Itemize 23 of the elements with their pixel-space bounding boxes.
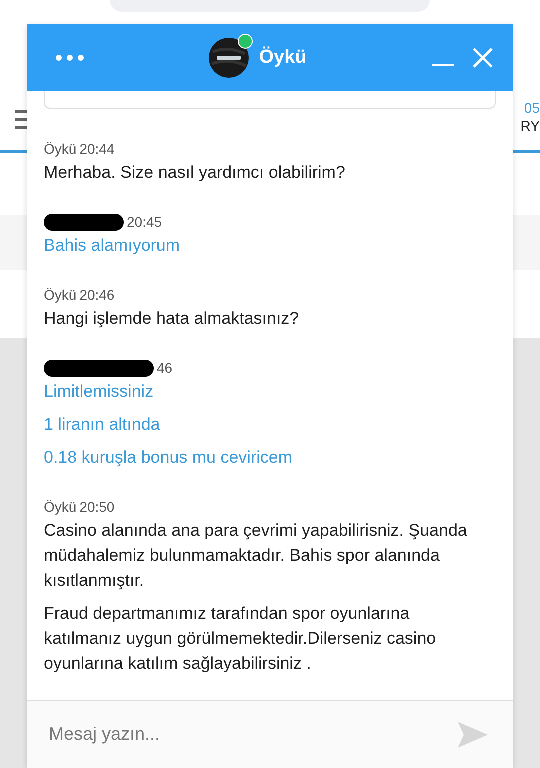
message-text: 0.18 kuruşla bonus mu ceviricem — [44, 447, 294, 469]
message-text: Casino alanında ana para çevrimi yapabilirisniz. Şuanda müdahalemiz bulunmamaktadır. Bahis spor alanında kısıtlanmıştır. — [44, 520, 468, 592]
message-time: 20:44 — [80, 141, 115, 157]
message-text: Hangi işlemde hata almaktasınız? — [44, 308, 300, 330]
message-text: 1 liranın altında — [44, 414, 162, 436]
avatar — [209, 38, 250, 78]
message-text: Limitlemissiniz — [44, 381, 155, 403]
message-time: 46 — [157, 360, 173, 376]
message-text: Merhaba. Size nasıl yardımcı olabilirim? — [44, 162, 346, 184]
message-input[interactable]: Mesaj yazın... — [27, 701, 449, 768]
edge-text: 05 — [524, 100, 540, 116]
message-text: Bahis alamıyorum — [44, 235, 182, 257]
menu-icon[interactable] — [15, 110, 27, 129]
chat-title: Öykü — [259, 46, 307, 68]
message-time: 20:46 — [80, 287, 115, 303]
message-time: 20:45 — [127, 214, 162, 230]
edge-text: RY — [520, 118, 540, 134]
sender-name: Öykü — [44, 499, 77, 515]
message-text: Fraud departmanımız tarafından spor oyunlarına katılmanız uygun görülmemektedir.Dilerseniz casino oyunlarına katılım sağlayabilirsiniz . — [44, 603, 438, 675]
sender-name: Öykü — [44, 287, 77, 303]
message-time: 20:50 — [80, 499, 115, 515]
send-icon — [457, 720, 489, 748]
sender-name: Öykü — [44, 141, 77, 157]
